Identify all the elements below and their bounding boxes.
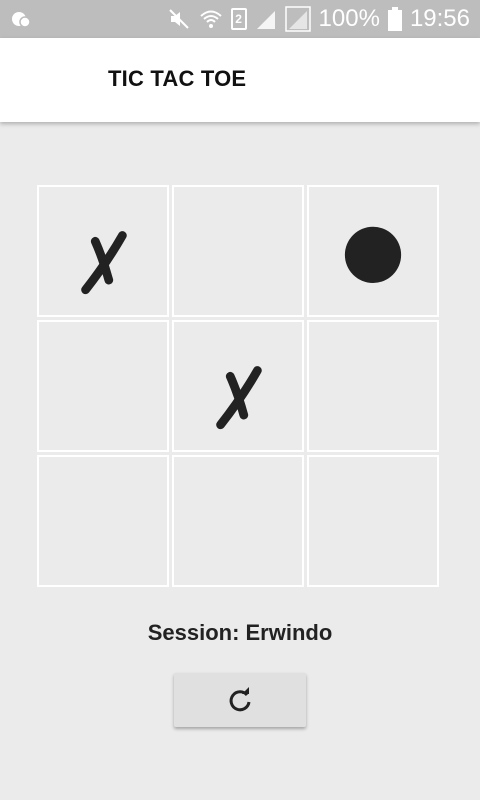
battery-icon bbox=[387, 7, 402, 31]
cell-4[interactable] bbox=[172, 320, 304, 452]
wifi-icon bbox=[199, 10, 222, 28]
app-bar: TIC TAC TOE bbox=[0, 38, 480, 122]
signal-icon bbox=[256, 11, 275, 29]
cell-2[interactable] bbox=[307, 185, 439, 317]
status-bar: 2 100% 19:56 bbox=[0, 0, 480, 38]
session-label: Session: Erwindo bbox=[147, 620, 333, 645]
x-mark bbox=[81, 231, 127, 295]
cell-6[interactable] bbox=[37, 455, 169, 587]
x-mark bbox=[216, 366, 262, 430]
reload-button[interactable] bbox=[174, 673, 306, 727]
cell-8[interactable] bbox=[307, 455, 439, 587]
clock: 19:56 bbox=[409, 5, 470, 32]
cell-0[interactable] bbox=[37, 185, 169, 317]
game-board bbox=[37, 185, 443, 591]
cell-3[interactable] bbox=[37, 320, 169, 452]
signal-2-icon bbox=[284, 6, 311, 32]
notification-icon bbox=[12, 12, 31, 28]
mute-icon bbox=[168, 9, 189, 29]
cell-7[interactable] bbox=[172, 455, 304, 587]
app-title: TIC TAC TOE bbox=[108, 66, 247, 91]
cell-1[interactable] bbox=[172, 185, 304, 317]
o-mark bbox=[344, 226, 402, 283]
sim-slot-icon: 2 bbox=[230, 8, 247, 30]
sim-slot-label: 2 bbox=[235, 12, 242, 26]
refresh-icon bbox=[229, 687, 251, 712]
battery-percent: 100% bbox=[318, 5, 380, 32]
cell-5[interactable] bbox=[307, 320, 439, 452]
